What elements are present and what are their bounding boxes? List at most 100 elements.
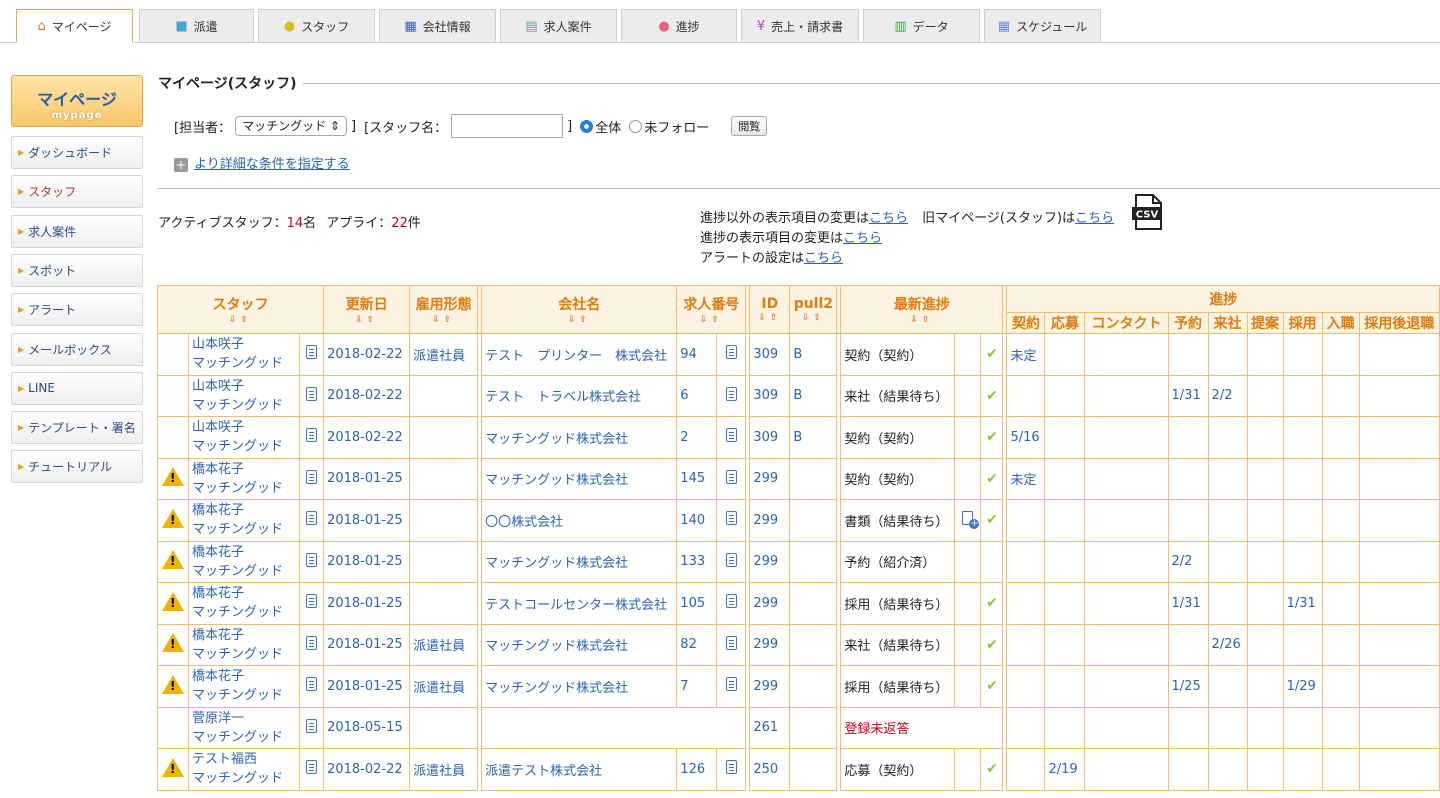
document-icon[interactable] — [306, 760, 318, 775]
staff-doc-cell[interactable] — [299, 374, 325, 417]
job-number[interactable]: 82 — [680, 637, 697, 652]
staff-owner[interactable]: マッチングッド — [192, 354, 296, 373]
progress-step-cell[interactable] — [1084, 540, 1169, 583]
progress-date[interactable]: 5/16 — [1010, 430, 1039, 445]
check-icon[interactable]: ✔ — [986, 637, 998, 653]
progress-step-cell[interactable] — [1246, 540, 1284, 583]
id-cell[interactable]: 299 — [749, 623, 791, 666]
progress-step-cell[interactable]: 1/31 — [1167, 582, 1209, 625]
document-icon[interactable] — [306, 677, 318, 692]
progress-step-cell[interactable] — [1006, 623, 1046, 666]
job-doc-cell[interactable] — [716, 457, 747, 500]
progress-step-cell[interactable]: 2/2 — [1167, 540, 1209, 583]
pull2-cell[interactable]: B — [789, 374, 838, 417]
staff-owner[interactable]: マッチングッド — [192, 728, 296, 747]
staff-id[interactable]: 299 — [753, 471, 778, 486]
progress-step-cell[interactable] — [1321, 748, 1360, 791]
staff-doc-cell[interactable] — [299, 416, 325, 459]
progress-step-cell[interactable] — [1167, 333, 1209, 376]
job-doc-cell[interactable] — [716, 582, 747, 625]
edit-cell[interactable] — [954, 499, 982, 542]
progress-step-cell[interactable] — [1167, 706, 1209, 749]
progress-step-cell[interactable] — [1044, 706, 1086, 749]
id-cell[interactable]: 299 — [749, 582, 791, 625]
progress-step-cell[interactable] — [1044, 416, 1086, 459]
staff-owner[interactable]: マッチングッド — [192, 645, 296, 664]
staff-id[interactable]: 299 — [753, 513, 778, 528]
sidebar-item-0[interactable]: ▶ ダッシュボード — [11, 136, 143, 169]
company-cell[interactable]: 派遣テスト株式会社 — [481, 748, 678, 791]
staff-doc-cell[interactable] — [299, 706, 325, 749]
progress-step-cell[interactable] — [1246, 665, 1284, 708]
progress-step-cell[interactable] — [1167, 416, 1209, 459]
add-document-icon[interactable] — [962, 511, 980, 530]
company-cell[interactable]: マッチングッド株式会社 — [481, 457, 678, 500]
staff-name[interactable]: 橋本花子 — [192, 667, 296, 686]
progress-step-cell[interactable] — [1282, 623, 1323, 666]
document-icon[interactable] — [306, 469, 318, 484]
progress-step-cell[interactable]: 2/26 — [1207, 623, 1248, 666]
progress-date[interactable]: 2/26 — [1212, 637, 1241, 652]
progress-step-cell[interactable] — [1282, 333, 1323, 376]
sidebar-item-1[interactable]: ▶ スタッフ — [11, 175, 143, 209]
job-number-cell[interactable]: 105 — [676, 582, 718, 625]
tab-7[interactable]: ▥ データ — [863, 9, 980, 42]
document-icon[interactable] — [725, 594, 737, 609]
staff-name[interactable]: 橋本花子 — [192, 543, 296, 562]
document-icon[interactable] — [725, 635, 737, 650]
staff-name[interactable]: 橋本花子 — [192, 626, 296, 645]
sidebar-item-8[interactable]: ▶ チュートリアル — [11, 450, 143, 484]
edit-cell[interactable] — [954, 623, 982, 666]
staff-doc-cell[interactable] — [299, 582, 325, 625]
pull2-value[interactable]: B — [793, 388, 802, 403]
id-cell[interactable]: 299 — [749, 499, 791, 542]
document-icon[interactable] — [725, 428, 737, 443]
check-icon[interactable]: ✔ — [986, 761, 998, 777]
staff-name-cell[interactable]: 橋本花子 マッチングッド — [188, 499, 301, 542]
progress-step-cell[interactable]: 1/31 — [1282, 582, 1323, 625]
progress-step-cell[interactable] — [1321, 499, 1360, 542]
staff-owner[interactable]: マッチングッド — [192, 603, 296, 622]
progress-step-cell[interactable] — [1084, 748, 1169, 791]
tab-8[interactable]: ▦ スケジュール — [984, 9, 1101, 42]
job-doc-cell[interactable] — [716, 665, 747, 708]
sidebar-item-4[interactable]: ▶ アラート — [11, 293, 143, 327]
progress-step-cell[interactable] — [1084, 665, 1169, 708]
company-name[interactable]: 派遣テスト株式会社 — [485, 764, 602, 779]
check-cell[interactable] — [980, 540, 1004, 583]
progress-step-cell[interactable] — [1246, 706, 1284, 749]
progress-date[interactable]: 1/25 — [1172, 679, 1201, 694]
document-icon[interactable] — [306, 635, 318, 650]
staff-name[interactable]: 橋本花子 — [192, 501, 296, 520]
progress-step-cell[interactable] — [1246, 457, 1284, 500]
progress-step-cell[interactable] — [1044, 457, 1086, 500]
sort-arrows-icon[interactable]: ⇩⇧ — [680, 315, 742, 325]
company-name[interactable]: マッチングッド株式会社 — [485, 473, 628, 488]
progress-step-cell[interactable] — [1358, 540, 1440, 583]
progress-date[interactable]: 2/19 — [1048, 762, 1077, 777]
alert-settings-link[interactable]: こちら — [804, 251, 843, 266]
progress-step-cell[interactable] — [1358, 748, 1440, 791]
id-cell[interactable]: 261 — [749, 706, 791, 749]
staff-name[interactable]: 山本咲子 — [192, 377, 296, 396]
check-cell[interactable]: ✔ — [980, 499, 1004, 542]
header-company[interactable]: 会社名 ⇩⇧ — [481, 285, 678, 334]
document-icon[interactable] — [306, 345, 318, 360]
progress-step-cell[interactable] — [1246, 582, 1284, 625]
progress-step-cell[interactable] — [1044, 333, 1086, 376]
staff-name[interactable]: 山本咲子 — [192, 418, 296, 437]
pull2-cell[interactable] — [789, 457, 838, 500]
progress-step-cell[interactable] — [1358, 623, 1440, 666]
progress-step-cell[interactable] — [1006, 540, 1046, 583]
staff-name[interactable]: テスト福西 — [192, 750, 296, 769]
progress-date[interactable]: 未定 — [1010, 473, 1036, 488]
progress-step-cell[interactable] — [1358, 457, 1440, 500]
progress-step-cell[interactable] — [1358, 706, 1440, 749]
id-cell[interactable]: 250 — [749, 748, 791, 791]
progress-step-cell[interactable] — [1246, 499, 1284, 542]
staff-owner[interactable]: マッチングッド — [192, 520, 296, 539]
progress-step-cell[interactable] — [1321, 582, 1360, 625]
progress-step-cell[interactable] — [1167, 748, 1209, 791]
progress-step-cell[interactable] — [1044, 374, 1086, 417]
sort-arrows-icon[interactable]: ⇩⇧ — [753, 313, 786, 323]
